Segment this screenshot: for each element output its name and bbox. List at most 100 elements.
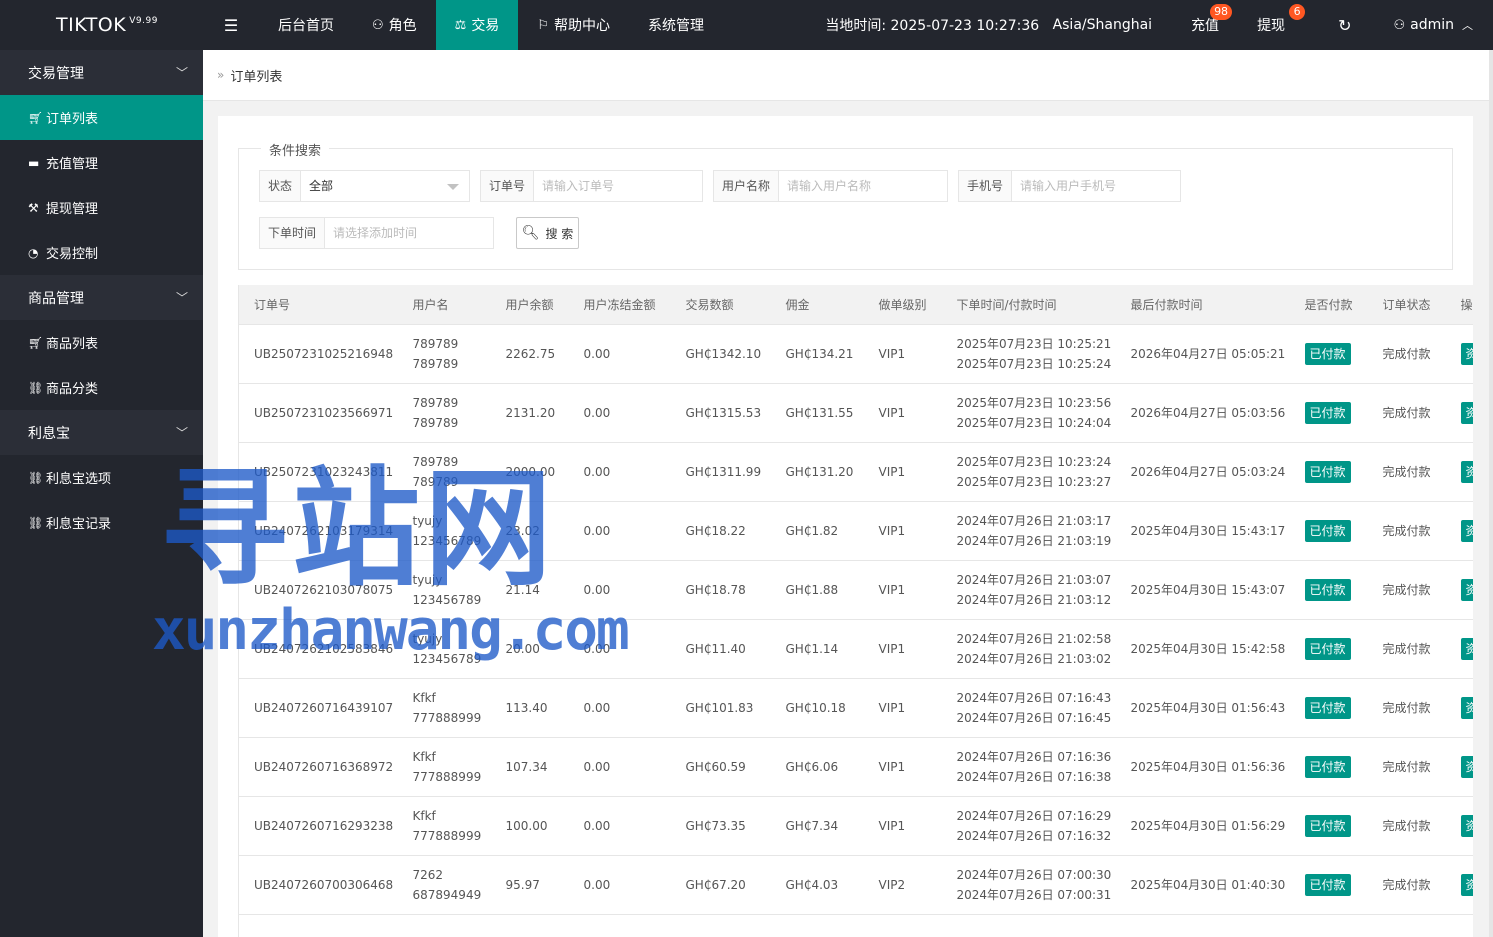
fund-button[interactable]: 资金 [1460, 696, 1473, 719]
user-menu[interactable]: ⚇ admin ︿ [1374, 0, 1493, 50]
pay-time: 2025年07月23日 10:25:24 [956, 356, 1112, 371]
amount-cell: GH₵1311.99 [670, 442, 771, 502]
status-cell: 完成付款 [1367, 442, 1446, 502]
search-button-label: 搜 索 [545, 226, 574, 241]
order-number-cell: UB2407262102583846 [238, 619, 398, 679]
frozen-amount: 0.00 [583, 464, 611, 479]
fund-button[interactable]: 资金 [1460, 814, 1473, 837]
sidebar: 交易管理 ﹀ 🛒︎ 订单列表 ▬ 充值管理 ⚒ 提现管理 ◔ 交易控制 商品管理 ﹀ 🛒︎ 商… [0, 50, 203, 937]
order-number-input[interactable] [534, 171, 702, 201]
time-cell: 2024年07月26日 07:00:30 2024年07月26日 07:00:31 [941, 855, 1116, 915]
commission: GH₵1.14 [785, 641, 839, 656]
nav-trade[interactable]: ⚖ 交易 [435, 0, 519, 50]
commission-cell: GH₵6.06 [770, 737, 864, 797]
caret-down-icon [447, 184, 459, 190]
paid-cell [1289, 914, 1368, 937]
last-pay-time: 2025年04月30日 15:43:17 [1130, 523, 1286, 538]
page-scrollbar[interactable] [1489, 50, 1493, 937]
vip-level: VIP2 [878, 877, 906, 892]
order-number-cell: UB2407262103179314 [238, 501, 398, 561]
sidebar-item-goods-list[interactable]: 🛒︎ 商品列表 [0, 320, 203, 365]
username: 789789 [412, 336, 459, 351]
frozen-amount: 0.00 [583, 818, 611, 833]
refresh-button[interactable]: ↻ [1315, 0, 1374, 50]
paid-cell: 已付款 [1289, 737, 1368, 797]
order-number-cell: UB2407260716293238 [238, 796, 398, 856]
fund-button[interactable]: 资金 [1460, 755, 1473, 778]
sidebar-item-interest-records[interactable]: ⛓ 利息宝记录 [0, 500, 203, 545]
username: Kfkf [412, 808, 436, 823]
last-pay-time: 2026年04月27日 05:05:21 [1130, 346, 1286, 361]
frozen-amount: 0.00 [583, 759, 611, 774]
recharge-link[interactable]: 充值 98 [1172, 0, 1238, 50]
frozen-amount: 0.00 [583, 641, 611, 656]
phone-label: 手机号 [959, 171, 1013, 201]
username-cell: tyujy 123456789 [397, 619, 491, 679]
sidebar-item-interest-options[interactable]: ⛓ 利息宝选项 [0, 455, 203, 500]
username: tyujy [412, 631, 443, 646]
withdraw-link[interactable]: 提现 6 [1238, 0, 1315, 50]
order-number: UB2407260716293238 [254, 818, 394, 833]
commission: GH₵6.06 [785, 759, 839, 774]
balance-cell: 95.97 [490, 855, 569, 915]
username-input[interactable] [779, 171, 947, 201]
nav-system-label: 系统管理 [647, 18, 704, 34]
paid-badge: 已付款 [1304, 578, 1351, 601]
nav-system[interactable]: 系统管理 [629, 0, 723, 50]
fund-button[interactable]: 资金 [1460, 401, 1473, 424]
sidebar-group-goods[interactable]: 商品管理 ﹀ [0, 275, 203, 320]
status-select[interactable]: 状态 全部 [259, 170, 470, 202]
trade-amount: GH₵101.83 [685, 700, 754, 715]
cart-icon: 🛒︎ [28, 110, 44, 125]
sidebar-group-interest[interactable]: 利息宝 ﹀ [0, 410, 203, 455]
sidebar-item-withdraw[interactable]: ⚒ 提现管理 [0, 185, 203, 230]
table-row: UB2407260716439107 Kfkf 777888999 113.40 0.0… [238, 678, 1473, 738]
fund-button[interactable]: 资金 [1460, 460, 1473, 483]
local-time: 当地时间: 2025-07-23 10:27:36 Asia/Shanghai [804, 0, 1172, 50]
pay-time: 2024年07月26日 07:16:32 [956, 828, 1112, 843]
sidebar-item-goods-category[interactable]: ⛓ 商品分类 [0, 365, 203, 410]
menu-toggle-button[interactable]: ☰ [203, 0, 259, 50]
order-number: UB2507231023566971 [254, 405, 394, 420]
commission: GH₵131.20 [785, 464, 854, 479]
sidebar-item-recharge[interactable]: ▬ 充值管理 [0, 140, 203, 185]
fund-button[interactable]: 资金 [1460, 519, 1473, 542]
nav-help[interactable]: ⚐ 帮助中心 [518, 0, 629, 50]
refresh-icon: ↻ [1338, 15, 1352, 35]
order-time-input[interactable] [325, 218, 493, 248]
sidebar-group-trade[interactable]: 交易管理 ﹀ [0, 50, 203, 95]
table-body: UB2507231025216948 789789 789789 2262.75 0.0… [238, 324, 1473, 937]
order-status: 完成付款 [1382, 582, 1431, 597]
column-header: 操作 [1445, 285, 1473, 325]
level-cell: VIP1 [863, 737, 942, 797]
chevron-up-icon: ︿ [1462, 19, 1473, 32]
app-logo[interactable]: TIKTOK V9.99 [0, 0, 203, 50]
order-time: 2024年07月26日 21:03:07 [956, 572, 1112, 587]
fund-button[interactable]: 资金 [1460, 873, 1473, 896]
nav-role[interactable]: ⚇ 角色 [353, 0, 436, 50]
status-select-value[interactable]: 全部 [301, 171, 469, 201]
balance-cell: 107.34 [490, 737, 569, 797]
fund-button[interactable]: 资金 [1460, 637, 1473, 660]
fund-button[interactable]: 资金 [1460, 342, 1473, 365]
sidebar-item-order-list[interactable]: 🛒︎ 订单列表 [0, 95, 203, 140]
user-balance: 113.40 [505, 700, 548, 715]
nav-home[interactable]: 后台首页 [259, 0, 353, 50]
sidebar-item-trade-control[interactable]: ◔ 交易控制 [0, 230, 203, 275]
paid-cell: 已付款 [1289, 324, 1368, 384]
status-cell: 完成付款 [1367, 855, 1446, 915]
action-cell: 资金 [1445, 619, 1473, 679]
commission-cell [770, 914, 864, 937]
action-cell: 资金 [1445, 383, 1473, 443]
table-row: UB2407260700306468 7262 687894949 95.97 0.00… [238, 855, 1473, 915]
amount-cell: GH₵73.35 [670, 796, 771, 856]
order-number: UB2407260700306468 [254, 877, 394, 892]
breadcrumb-current[interactable]: 订单列表 [230, 66, 282, 85]
sidebar-item-label: 订单列表 [46, 112, 99, 127]
search-button[interactable]: 🔍︎ 搜 索 [516, 217, 579, 249]
fund-button[interactable]: 资金 [1460, 578, 1473, 601]
trade-amount: GH₵11.40 [685, 641, 746, 656]
paid-badge: 已付款 [1304, 696, 1351, 719]
phone-input[interactable] [1012, 171, 1180, 201]
frozen-cell: 0.00 [568, 737, 671, 797]
